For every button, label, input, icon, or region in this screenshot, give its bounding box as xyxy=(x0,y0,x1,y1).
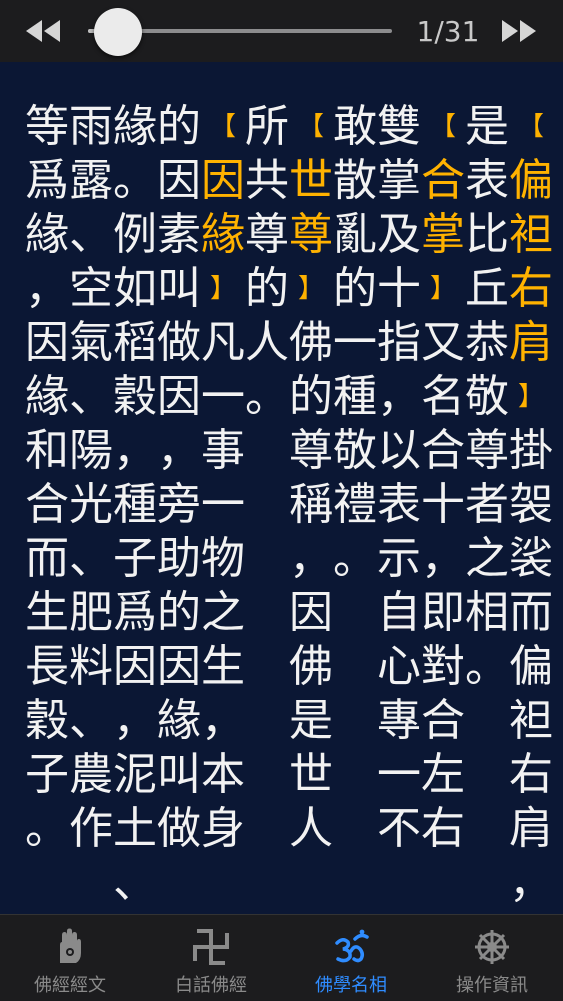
text-char: 袒 xyxy=(509,695,553,746)
swastika-icon xyxy=(193,929,229,965)
text-char: 緣 xyxy=(25,371,69,422)
text-char: 稱 xyxy=(289,479,333,530)
tab-operation-info[interactable]: 操作資訊 xyxy=(422,915,562,1001)
text-char: 而 xyxy=(25,533,69,584)
tab-label: 白話佛經 xyxy=(175,975,247,996)
hand-icon xyxy=(60,928,81,963)
text-char: 世 xyxy=(289,749,333,800)
fast-forward-button[interactable] xyxy=(498,18,538,44)
page-indicator: 1/31 xyxy=(416,15,480,48)
text-char: 肩 xyxy=(509,803,553,854)
dharma-wheel-icon xyxy=(475,930,509,964)
text-column: 等爲緣，因緣和合而生長穀子。 xyxy=(20,100,74,856)
text-char: 佛 xyxy=(289,641,333,692)
text-char: 穀 xyxy=(25,695,69,746)
text-char: 等 xyxy=(25,101,69,152)
text-char: 自 xyxy=(377,587,421,638)
top-toolbar: 1/31 xyxy=(0,0,563,62)
text-char: 和 xyxy=(25,425,69,476)
text-char: 因 xyxy=(25,317,69,368)
text-char: 心 xyxy=(377,641,421,692)
text-char: 緣 xyxy=(25,209,69,260)
text-char: 子 xyxy=(25,749,69,800)
fast-forward-icon xyxy=(502,20,536,42)
text-char: 右 xyxy=(509,749,553,800)
text-char: ， xyxy=(289,533,333,584)
text-char: 專 xyxy=(377,695,421,746)
text-char: 長 xyxy=(25,641,69,692)
text-char: 人 xyxy=(289,803,333,854)
tab-vernacular-sutra[interactable]: 白話佛經 xyxy=(141,915,281,1001)
tab-sutra-text[interactable]: 佛經經文 xyxy=(0,915,140,1001)
text-char: 爲 xyxy=(25,155,69,206)
rewind-button[interactable] xyxy=(24,18,64,44)
tab-bar: 佛經經文 白話佛經 佛學名相 操作資訊 xyxy=(0,914,563,1001)
text-char: 尊 xyxy=(289,425,333,476)
tab-label: 操作資訊 xyxy=(456,975,528,996)
text-char: 一 xyxy=(377,749,421,800)
text-content: 【偏袒右肩】掛袈裟而偏袒右肩，是表比丘恭敬尊者之相。【合掌】又名合十，即對合左右… xyxy=(0,62,563,914)
tab-buddhist-terms[interactable]: 佛學名相 xyxy=(281,915,421,1001)
text-char: ， xyxy=(25,263,69,314)
text-char: 合 xyxy=(25,479,69,530)
text-char: 是 xyxy=(289,695,333,746)
om-icon xyxy=(335,929,369,963)
progress-thumb[interactable] xyxy=(94,8,143,56)
tab-label: 佛學名相 xyxy=(315,975,387,996)
text-char: 生 xyxy=(25,587,69,638)
text-char: ， xyxy=(509,857,553,908)
tab-label: 佛經經文 xyxy=(34,975,106,996)
text-char: 不 xyxy=(377,803,421,854)
text-char: 因 xyxy=(289,587,333,638)
text-char: 。 xyxy=(25,803,69,854)
rewind-icon xyxy=(26,20,60,42)
text-char: 、 xyxy=(113,857,157,908)
